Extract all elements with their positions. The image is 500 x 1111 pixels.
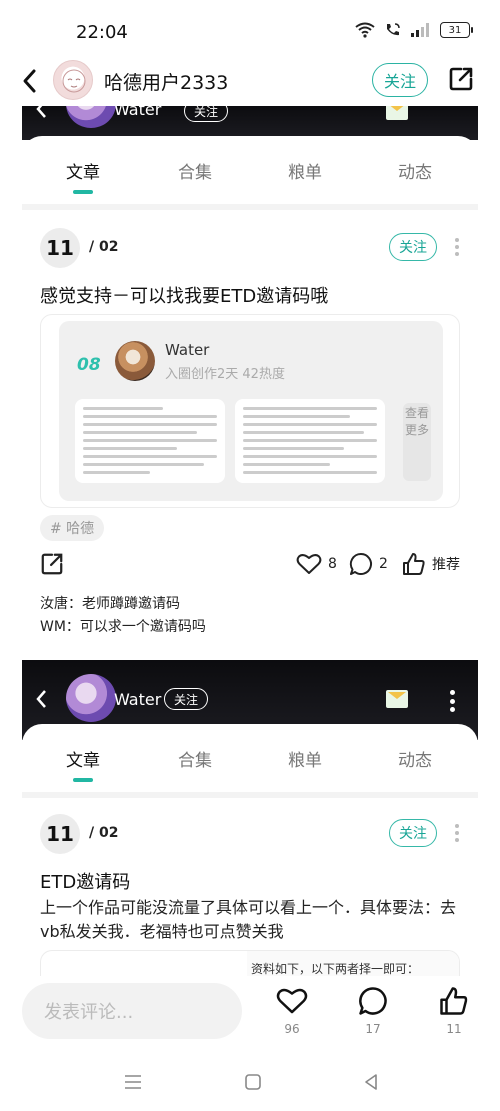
comment-preview: 汝唐：老师蹲蹲邀请码 bbox=[40, 596, 180, 612]
more-options-icon[interactable] bbox=[455, 824, 460, 842]
like-count: 8 bbox=[328, 556, 337, 572]
mail-icon bbox=[386, 106, 408, 120]
post-title[interactable]: 感觉支持－可以找我要ETD邀请码哦 bbox=[40, 282, 328, 308]
tab-bar: 文章 合集 粮单 动态 bbox=[22, 136, 478, 208]
preview-avatar bbox=[115, 341, 155, 381]
comment-button[interactable]: 2 bbox=[349, 552, 388, 576]
tab-indicator bbox=[73, 190, 93, 194]
heart-icon bbox=[276, 988, 308, 1014]
tab-articles[interactable]: 文章 bbox=[66, 158, 100, 183]
avatar[interactable] bbox=[53, 60, 93, 100]
preview-text-card bbox=[235, 399, 385, 483]
tab-articles: 文章 bbox=[66, 751, 100, 771]
preview-image: 08 Water 入圈创作2天 42热度 查看更多 bbox=[59, 321, 443, 501]
more-options-icon[interactable] bbox=[455, 238, 460, 256]
page-number: 11 bbox=[40, 228, 80, 268]
banner-name: Water bbox=[114, 690, 162, 709]
comment-input[interactable]: 发表评论... bbox=[22, 983, 242, 1039]
share-icon[interactable] bbox=[40, 552, 64, 576]
banner-follow-button: 关注 bbox=[164, 688, 208, 710]
heart-icon bbox=[296, 554, 322, 574]
preview-author: Water bbox=[165, 341, 210, 359]
tab-collections[interactable]: 合集 bbox=[178, 158, 212, 183]
follow-button[interactable]: 关注 bbox=[389, 819, 437, 847]
like-button[interactable]: 96 bbox=[272, 986, 312, 1036]
thumbs-up-count: 11 bbox=[446, 1022, 462, 1036]
home-icon[interactable] bbox=[243, 1072, 263, 1092]
mail-icon bbox=[386, 690, 408, 708]
comment-preview: WM：可以求一个邀请码吗 bbox=[40, 619, 206, 635]
comment-icon bbox=[349, 552, 372, 575]
page-title: 哈德用户2333 bbox=[104, 72, 229, 94]
banner-avatar bbox=[66, 106, 116, 128]
page-total: / 02 bbox=[89, 825, 119, 841]
page-total: / 02 bbox=[89, 239, 119, 255]
tab-collections: 合集 bbox=[178, 751, 212, 771]
comment-button[interactable]: 17 bbox=[353, 986, 393, 1036]
more-options-icon bbox=[450, 690, 456, 712]
post-body: 上一个作品可能没流量了具体可以看上一个．具体要法：去vb私发关我．老福特也可点赞… bbox=[40, 898, 457, 941]
divider bbox=[22, 204, 478, 210]
like-count: 96 bbox=[284, 1022, 300, 1036]
comment-count: 2 bbox=[379, 556, 388, 572]
post-actions: 8 2 推荐 bbox=[40, 552, 460, 580]
thumbs-up-button[interactable]: 11 bbox=[434, 986, 474, 1036]
wifi-icon bbox=[355, 22, 375, 38]
follow-button[interactable]: 关注 bbox=[389, 233, 437, 261]
banner-avatar bbox=[66, 674, 116, 722]
tab-indicator bbox=[73, 778, 93, 782]
avatar-face-icon bbox=[62, 69, 86, 93]
status-icons: 31 bbox=[355, 22, 473, 38]
follow-button[interactable]: 关注 bbox=[372, 63, 428, 97]
back-arrow-icon[interactable] bbox=[18, 66, 42, 96]
recommend-label: 推荐 bbox=[432, 557, 460, 573]
hashtag[interactable]: # 哈德 bbox=[40, 515, 105, 541]
post-preview-card[interactable]: 08 Water 入圈创作2天 42热度 查看更多 bbox=[40, 314, 460, 508]
tab-bar: 文章 合集 粮单 动态 bbox=[22, 724, 478, 796]
banner-name: Water bbox=[114, 106, 162, 119]
top-bar: 哈德用户2333 关注 bbox=[0, 56, 500, 106]
thumbs-up-icon bbox=[440, 987, 468, 1015]
recommend-button[interactable]: 推荐 bbox=[402, 552, 460, 576]
tab-activity[interactable]: 动态 bbox=[398, 158, 432, 183]
share-icon[interactable] bbox=[448, 66, 474, 92]
system-nav-bar bbox=[0, 1058, 500, 1111]
menu-icon[interactable] bbox=[123, 1072, 143, 1092]
thumbs-up-icon bbox=[403, 553, 425, 575]
tab-lists[interactable]: 粮单 bbox=[288, 158, 322, 183]
preview-more: 查看更多 bbox=[403, 403, 431, 481]
preview-meta: 入圈创作2天 42热度 bbox=[165, 367, 285, 382]
tab-lists: 粮单 bbox=[288, 751, 322, 771]
divider bbox=[22, 792, 478, 798]
tab-activity: 动态 bbox=[398, 751, 432, 771]
banner-follow-button: 关注 bbox=[184, 106, 228, 122]
status-bar: 22:04 31 bbox=[0, 0, 500, 62]
bottom-action-bar: 发表评论... 96 17 11 bbox=[0, 976, 500, 1052]
like-button[interactable]: 8 bbox=[296, 552, 337, 576]
comment-icon bbox=[359, 987, 387, 1015]
back-icon[interactable] bbox=[361, 1072, 381, 1092]
battery-icon: 31 bbox=[440, 22, 473, 38]
battery-level: 31 bbox=[448, 24, 462, 36]
preview-snippet: 资料如下，以下两者择一即可： bbox=[251, 962, 420, 976]
profile-banner: Water 关注 bbox=[22, 106, 478, 140]
post-title[interactable]: ETD邀请码 bbox=[40, 868, 130, 894]
preview-number: 08 bbox=[77, 355, 101, 375]
page-number: 11 bbox=[40, 814, 80, 854]
back-arrow-icon bbox=[36, 106, 46, 118]
comment-count: 17 bbox=[365, 1022, 381, 1036]
signal-icon bbox=[411, 23, 429, 37]
preview-text-card bbox=[75, 399, 225, 483]
call-icon bbox=[387, 23, 400, 36]
back-arrow-icon bbox=[36, 690, 46, 708]
status-time: 22:04 bbox=[76, 22, 128, 43]
